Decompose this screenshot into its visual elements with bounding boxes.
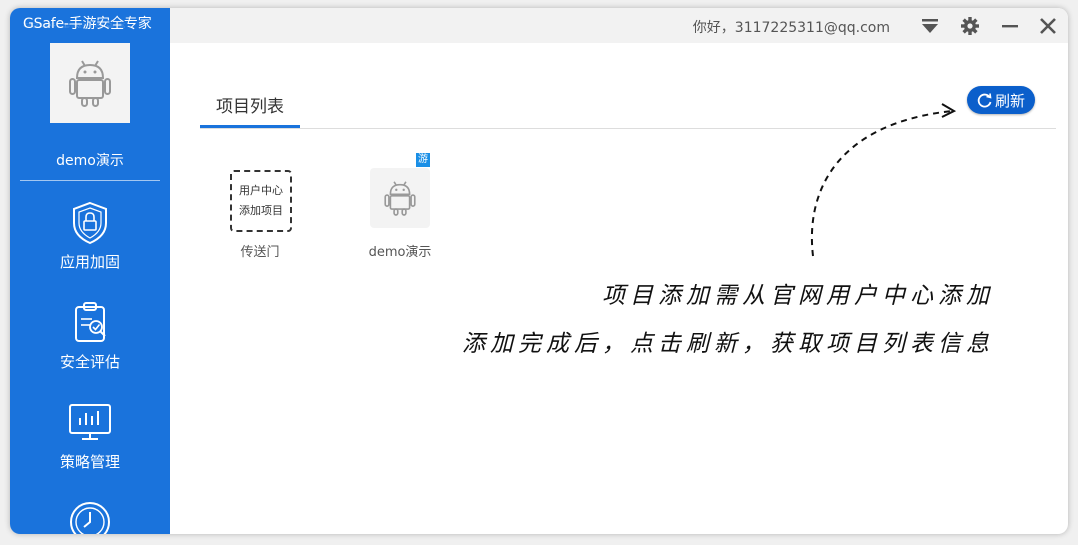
- close-icon[interactable]: [1038, 16, 1058, 36]
- portal-card-caption: 传送门: [240, 245, 280, 260]
- shield-lock-icon: [73, 201, 107, 245]
- project-card-caption: demo演示: [368, 245, 432, 260]
- settings-icon[interactable]: [960, 16, 980, 36]
- refresh-button[interactable]: 刷新: [967, 86, 1035, 114]
- hint-line-1: 项目添加需从官网用户中心添加: [602, 283, 994, 309]
- user-greeting: 你好，3117225311@qq.com: [692, 20, 890, 36]
- project-avatar[interactable]: [50, 43, 130, 123]
- clipboard-check-icon: [75, 302, 106, 342]
- sidebar-item-security-assessment[interactable]: 安全评估: [10, 301, 170, 372]
- sidebar-item-label: 策略管理: [59, 453, 120, 471]
- android-icon: [384, 181, 416, 216]
- game-badge: 游: [416, 153, 430, 167]
- app-title-reflection: GSafe-手游安全专家: [23, 22, 126, 29]
- dashed-arrow-annotation: [811, 103, 957, 257]
- sidebar-item-label: 安全评估: [59, 353, 120, 371]
- current-project-name: demo演示: [56, 153, 124, 169]
- sidebar-item-policy-management[interactable]: 策略管理: [10, 401, 170, 472]
- sidebar-item-label: 应用加固: [59, 253, 120, 271]
- clock-icon: [70, 502, 110, 534]
- refresh-label: 刷新: [994, 91, 1025, 110]
- sidebar-item-history[interactable]: [10, 500, 170, 534]
- sidebar-item-app-hardening[interactable]: 应用加固: [10, 201, 170, 272]
- dropdown-icon[interactable]: [920, 16, 940, 36]
- monitor-chart-icon: [69, 404, 111, 440]
- minimize-icon[interactable]: [1000, 16, 1020, 36]
- tab-project-list[interactable]: 项目列表: [200, 92, 300, 128]
- app-window: GSafe-手游安全专家 GSafe-手游安全专家 demo演示 应用加固 安全…: [10, 8, 1068, 534]
- android-icon: [69, 60, 111, 107]
- portal-card-line: 添加项目: [239, 204, 283, 217]
- portal-card-line: 用户中心: [239, 184, 283, 197]
- add-project-portal-card[interactable]: 用户中心 添加项目: [230, 170, 292, 232]
- project-card-demo[interactable]: [370, 168, 430, 228]
- title-bar: 你好，3117225311@qq.com: [170, 8, 1068, 43]
- hint-line-2: 添加完成后，点击刷新，获取项目列表信息: [462, 331, 994, 357]
- sidebar: GSafe-手游安全专家 GSafe-手游安全专家 demo演示 应用加固 安全…: [10, 8, 170, 534]
- refresh-icon: [977, 93, 992, 108]
- sidebar-divider: [20, 180, 160, 181]
